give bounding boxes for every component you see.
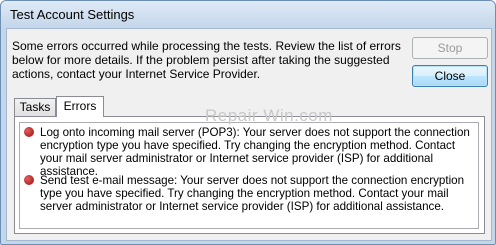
list-item[interactable]: Log onto incoming mail server (POP3): Yo… — [24, 126, 474, 178]
test-account-settings-dialog: Test Account Settings Some errors occurr… — [0, 0, 496, 245]
errors-tab-panel: Log onto incoming mail server (POP3): Yo… — [14, 116, 485, 234]
close-button[interactable]: Close — [412, 65, 488, 87]
error-message: Send test e-mail message: Your server do… — [40, 174, 465, 213]
error-icon — [24, 175, 34, 185]
tab-errors[interactable]: Errors — [56, 96, 104, 117]
status-message: Some errors occurred while processing th… — [12, 39, 401, 81]
watermark: Repair Win.com — [205, 106, 333, 125]
dialog-body: Some errors occurred while processing th… — [6, 28, 492, 241]
list-item[interactable]: Send test e-mail message: Your server do… — [24, 174, 474, 213]
errors-list[interactable]: Log onto incoming mail server (POP3): Yo… — [19, 122, 479, 229]
error-message: Log onto incoming mail server (POP3): Yo… — [40, 126, 470, 178]
stop-button[interactable]: Stop — [412, 37, 488, 59]
tab-tasks[interactable]: Tasks — [14, 98, 56, 116]
window-title: Test Account Settings — [10, 7, 135, 22]
error-icon — [24, 127, 34, 137]
title-bar[interactable]: Test Account Settings — [1, 1, 495, 28]
